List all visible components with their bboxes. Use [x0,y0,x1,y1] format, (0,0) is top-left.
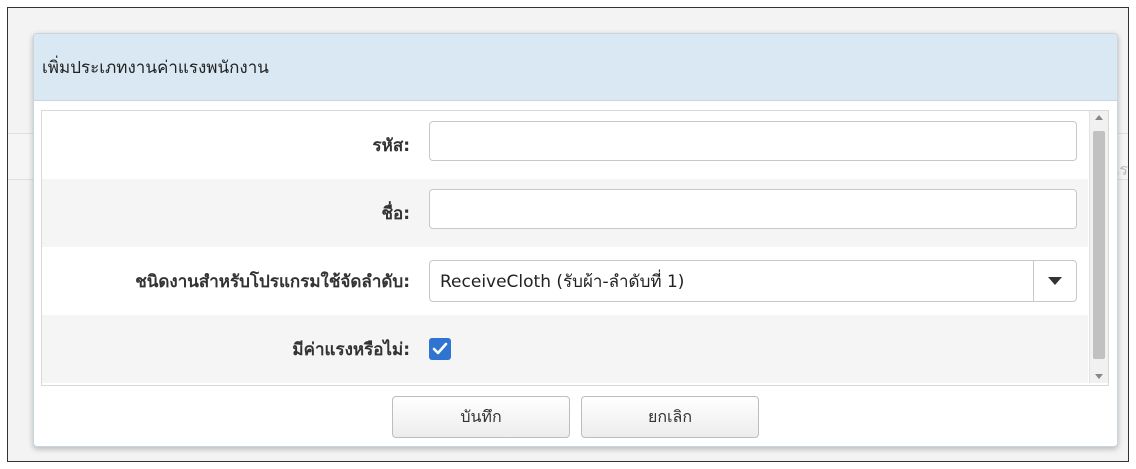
job-type-select[interactable]: ReceiveCloth (รับผ้า-ลำดับที่ 1) [429,260,1077,302]
code-row: รหัส: [42,111,1088,179]
has-wage-checkbox[interactable] [429,338,451,360]
dialog-header: เพิ่มประเภทงานค่าแรงพนักงาน [34,34,1117,101]
has-wage-label: มีค่าแรงหรือไม่: [292,339,410,360]
code-label: รหัส: [372,135,410,156]
dialog-title: เพิ่มประเภทงานค่าแรงพนักงาน [42,57,269,78]
dialog-buttons: บันทึก ยกเลิก [34,396,1117,438]
form-area: รหัส: ชื่อ: ชนิดงานสำหรับโปรแกรมใช้จัดลำ… [41,110,1109,386]
code-input[interactable] [429,121,1077,161]
cancel-button[interactable]: ยกเลิก [581,396,759,438]
has-wage-row: มีค่าแรงหรือไม่: [42,315,1088,383]
scroll-up-icon[interactable] [1094,113,1104,123]
save-button[interactable]: บันทึก [392,396,570,438]
job-type-row: ชนิดงานสำหรับโปรแกรมใช้จัดลำดับ: Receive… [42,247,1088,315]
add-wage-type-dialog: เพิ่มประเภทงานค่าแรงพนักงาน รหัส: ชื่อ: … [33,33,1118,447]
check-icon [432,342,448,355]
chevron-down-icon[interactable] [1033,261,1076,301]
job-type-label: ชนิดงานสำหรับโปรแกรมใช้จัดลำดับ: [135,271,410,292]
job-type-selected-value: ReceiveCloth (รับผ้า-ลำดับที่ 1) [440,271,685,292]
scroll-thumb[interactable] [1093,131,1105,359]
form-scrollbar[interactable] [1089,111,1108,383]
name-row: ชื่อ: [42,179,1088,247]
name-label: ชื่อ: [381,203,410,224]
name-input[interactable] [429,189,1077,229]
scroll-down-icon[interactable] [1094,371,1104,381]
